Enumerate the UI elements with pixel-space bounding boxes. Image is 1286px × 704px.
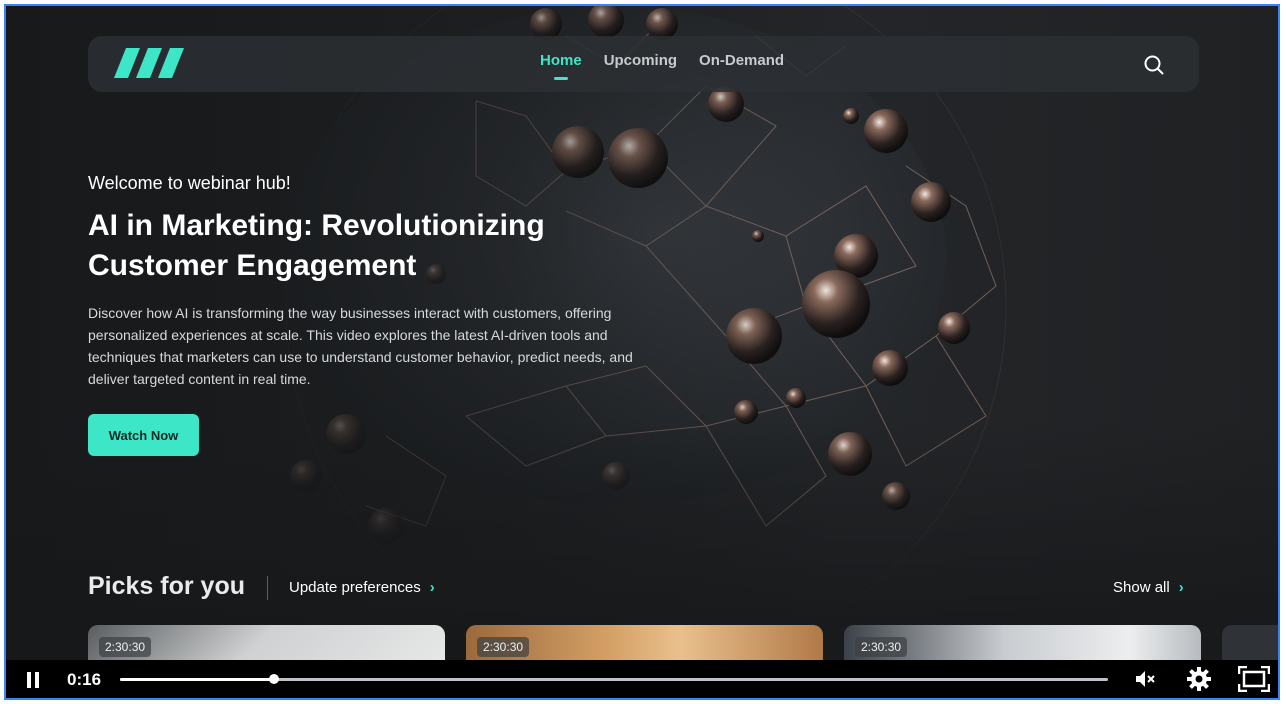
pause-icon[interactable] bbox=[24, 671, 42, 694]
settings-icon[interactable] bbox=[1186, 666, 1212, 697]
current-time: 0:16 bbox=[67, 670, 102, 689]
hero-title: AI in Marketing: Revolutionizing Custome… bbox=[88, 209, 545, 282]
nav-links: Home Upcoming On-Demand bbox=[540, 52, 784, 80]
mute-icon[interactable] bbox=[1134, 668, 1158, 695]
update-preferences-label: Update preferences bbox=[289, 579, 421, 596]
hero-description: Discover how AI is transforming the way … bbox=[88, 305, 633, 387]
duration-badge: 2:30:30 bbox=[99, 637, 152, 657]
slashes-logo-icon[interactable] bbox=[114, 48, 184, 85]
chevron-right-icon: › bbox=[1178, 579, 1184, 596]
update-preferences-link[interactable]: Update preferences › bbox=[289, 579, 435, 596]
fullscreen-icon[interactable] bbox=[1237, 665, 1271, 697]
hero-subtitle: Welcome to webinar hub! bbox=[88, 173, 291, 193]
chevron-right-icon: › bbox=[429, 579, 435, 596]
show-all-link[interactable]: Show all › bbox=[1113, 579, 1184, 596]
duration-badge: 2:30:30 bbox=[477, 637, 530, 657]
watch-now-button[interactable]: Watch Now bbox=[88, 414, 199, 456]
show-all-label: Show all bbox=[1113, 579, 1170, 596]
nav-home[interactable]: Home bbox=[540, 52, 582, 80]
nav-on-demand[interactable]: On-Demand bbox=[699, 52, 784, 69]
progress-handle[interactable] bbox=[269, 674, 280, 684]
divider bbox=[267, 576, 268, 600]
picks-title: Picks for you bbox=[88, 572, 245, 600]
progress-fill bbox=[120, 678, 275, 681]
progress-track[interactable] bbox=[120, 674, 1108, 684]
top-nav: Home Upcoming On-Demand bbox=[88, 36, 1199, 92]
video-player-bar: 0:16 bbox=[6, 660, 1278, 698]
nav-upcoming[interactable]: Upcoming bbox=[604, 52, 677, 69]
app-frame: Home Upcoming On-Demand Welcome to webin… bbox=[4, 4, 1280, 700]
duration-badge: 2:30:30 bbox=[855, 637, 908, 657]
search-icon[interactable] bbox=[1143, 54, 1165, 81]
